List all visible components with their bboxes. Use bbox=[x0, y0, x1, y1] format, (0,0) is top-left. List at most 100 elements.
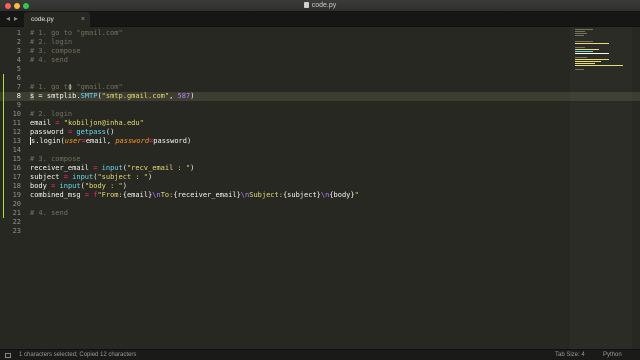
line-number: 14 bbox=[12, 146, 21, 154]
token: password) bbox=[153, 137, 192, 145]
mouse-text-cursor-icon: I bbox=[69, 83, 72, 92]
token: combined_msg bbox=[30, 191, 85, 199]
token-string: "kobiljon@inha.edu" bbox=[63, 119, 144, 127]
code-line-19: combined_msg = f"From:{email}\nTo:{recei… bbox=[30, 191, 359, 200]
line-number: 10 bbox=[12, 110, 21, 118]
minimap-line bbox=[575, 33, 587, 34]
token-string: "subject : " bbox=[97, 173, 149, 181]
tab-next-icon[interactable]: ▸ bbox=[14, 14, 18, 24]
code-line-8: s = smtplib.SMTP("smtp.gmail.com", 587) bbox=[30, 92, 194, 101]
line-number: 17 bbox=[12, 173, 21, 181]
token-number: 587 bbox=[177, 92, 191, 100]
status-bar: 1 characters selected; Copied 12 charact… bbox=[0, 349, 640, 360]
token: ) bbox=[148, 173, 153, 181]
tab-close-icon[interactable]: × bbox=[81, 15, 85, 24]
panel-toggle-icon[interactable] bbox=[5, 353, 11, 358]
minimap-line bbox=[575, 49, 599, 50]
line-number: 1 bbox=[16, 29, 21, 37]
status-message: 1 characters selected; Copied 12 charact… bbox=[19, 352, 137, 358]
token: receiver_email bbox=[30, 164, 94, 172]
minimap-line bbox=[575, 31, 585, 32]
minimap-line bbox=[575, 69, 584, 70]
token-parameter: user bbox=[64, 137, 82, 145]
token-function: input bbox=[59, 182, 81, 190]
token-parameter: password bbox=[115, 137, 150, 145]
minimap-line bbox=[575, 51, 593, 52]
token-string: "body : " bbox=[84, 182, 123, 190]
code-line-15: # 3. compose bbox=[30, 155, 81, 163]
line-number: 11 bbox=[12, 119, 21, 127]
token-interpolation: {body} bbox=[329, 191, 355, 199]
code-line-7: # 1. go to "gmail.com" bbox=[30, 83, 123, 91]
minimap-line bbox=[575, 41, 593, 42]
token-string: Subject: bbox=[249, 191, 283, 199]
minimap-line bbox=[575, 59, 609, 60]
token-class: SMTP bbox=[80, 92, 98, 100]
token: email, bbox=[85, 137, 116, 145]
token-string: "From: bbox=[97, 191, 123, 199]
minimap-line bbox=[575, 35, 584, 36]
line-number: 2 bbox=[16, 38, 21, 46]
minimap-line bbox=[575, 47, 585, 48]
code-editor[interactable]: 1 2 3 4 5 6 7 8 9 10 11 12 13 14 15 16 1… bbox=[0, 27, 640, 349]
token: subject bbox=[30, 173, 64, 181]
line-number: 16 bbox=[12, 164, 21, 172]
token-escape: \n bbox=[240, 191, 250, 199]
tab-prev-icon[interactable]: ◂ bbox=[6, 14, 10, 24]
line-number: 9 bbox=[16, 101, 21, 109]
window-title-text: code.py bbox=[311, 2, 337, 9]
token: password bbox=[30, 128, 68, 136]
minimap-line bbox=[575, 63, 595, 64]
token-string: "recv_email : " bbox=[126, 164, 191, 172]
token: email bbox=[30, 119, 56, 127]
code-line-1: # 1. go to "gmail.com" bbox=[30, 29, 123, 37]
line-number: 15 bbox=[12, 155, 21, 163]
token-interpolation: {subject} bbox=[282, 191, 321, 199]
token-string: "smtp.gmail.com" bbox=[101, 92, 170, 100]
title-bar: code.py bbox=[0, 0, 640, 12]
code-line-4: # 4. send bbox=[30, 56, 68, 64]
code-line-17: subject = input("subject : ") bbox=[30, 173, 152, 182]
line-number: 21 bbox=[12, 209, 21, 217]
minimap-line bbox=[575, 61, 601, 62]
token-interpolation: {receiver_email} bbox=[173, 191, 241, 199]
code-line-3: # 3. compose bbox=[30, 47, 81, 55]
token: .login( bbox=[35, 137, 65, 145]
line-number-gutter: 1 2 3 4 5 6 7 8 9 10 11 12 13 14 15 16 1… bbox=[0, 27, 26, 349]
token-escape: \n bbox=[152, 191, 161, 199]
code-line-13: s.login(user=email, password=password) bbox=[30, 137, 191, 146]
tab-size-button[interactable]: Tab Size: 4 bbox=[555, 351, 585, 360]
code-line-21: # 4. send bbox=[30, 209, 68, 217]
window-title: code.py bbox=[0, 1, 640, 11]
minimap-line bbox=[575, 53, 609, 54]
line-number: 5 bbox=[16, 65, 21, 73]
line-number: 19 bbox=[12, 191, 21, 199]
token-string: " bbox=[354, 191, 359, 199]
minimap-line bbox=[575, 29, 593, 30]
token-function: input bbox=[72, 173, 94, 181]
tab-code-py[interactable]: code.py × bbox=[24, 12, 90, 27]
token: ) bbox=[122, 182, 127, 190]
line-number: 22 bbox=[12, 218, 21, 226]
syntax-button[interactable]: Python bbox=[603, 351, 622, 360]
file-icon bbox=[303, 2, 309, 8]
token-string: To: bbox=[160, 191, 174, 199]
minimap[interactable] bbox=[575, 29, 625, 89]
tab-label: code.py bbox=[31, 16, 54, 23]
line-number: 18 bbox=[12, 182, 21, 190]
code-line-10: # 2. login bbox=[30, 110, 73, 118]
line-number: 4 bbox=[16, 56, 21, 64]
minimap-line bbox=[575, 57, 587, 58]
code-line-2: # 2. login bbox=[30, 38, 73, 46]
token-interpolation: {email} bbox=[122, 191, 153, 199]
line-number: 12 bbox=[12, 128, 21, 136]
code-line-16: receiver_email = input("recv_email : ") bbox=[30, 164, 194, 173]
line-number: 3 bbox=[16, 47, 21, 55]
token-function: getpass bbox=[76, 128, 106, 136]
token-function: input bbox=[101, 164, 123, 172]
code-line-12: password = getpass() bbox=[30, 128, 114, 137]
line-number: 7 bbox=[16, 83, 21, 91]
line-number: 13 bbox=[12, 137, 21, 145]
line-number: 20 bbox=[12, 200, 21, 208]
token: = smtplib. bbox=[34, 92, 81, 100]
